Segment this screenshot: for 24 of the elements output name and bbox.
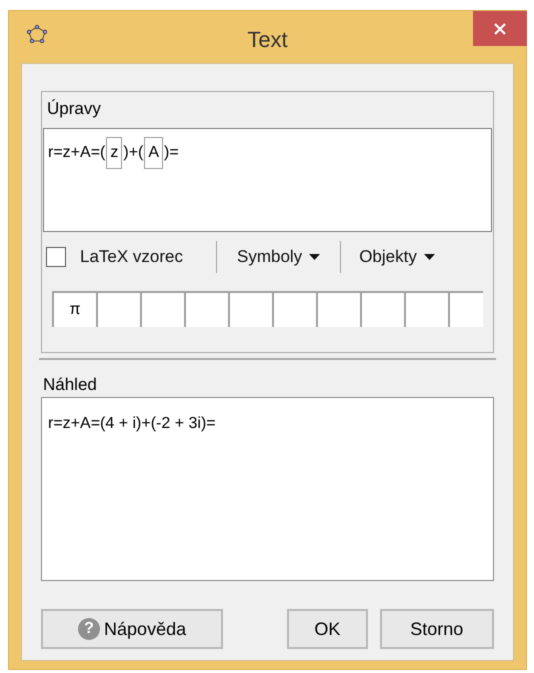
formula-text: )= (164, 143, 179, 163)
section-label: Úpravy (47, 99, 101, 118)
cancel-button[interactable]: Storno (380, 609, 494, 649)
close-button[interactable] (473, 11, 527, 46)
text-editor[interactable]: r=z+A=( z )+( A )= (43, 128, 492, 232)
object-placeholder[interactable]: A (144, 137, 164, 169)
section-label: Náhled (43, 375, 97, 394)
help-icon: ? (78, 618, 100, 640)
caret-icon (309, 254, 320, 260)
object-placeholder[interactable]: z (106, 137, 122, 169)
formula-text: )+( (123, 143, 144, 163)
preview-text: r=z+A=(4 + i)+(-2 + 3i)= (48, 415, 216, 432)
close-icon (493, 22, 507, 36)
ok-button[interactable]: OK (287, 609, 368, 649)
caret-icon (424, 254, 435, 260)
formula-text: r=z+A=( (48, 143, 106, 163)
latex-checkbox[interactable] (46, 247, 66, 267)
objects-dropdown[interactable]: Objekty (341, 244, 435, 270)
window-title: Text (247, 26, 288, 54)
help-button[interactable]: ? Nápověda (41, 609, 224, 649)
symbol-cell[interactable]: π (54, 293, 98, 327)
latex-label: LaTeX vzorec (80, 246, 183, 268)
symbols-dropdown[interactable]: Symboly (217, 244, 340, 270)
pentagon-icon (27, 25, 47, 43)
